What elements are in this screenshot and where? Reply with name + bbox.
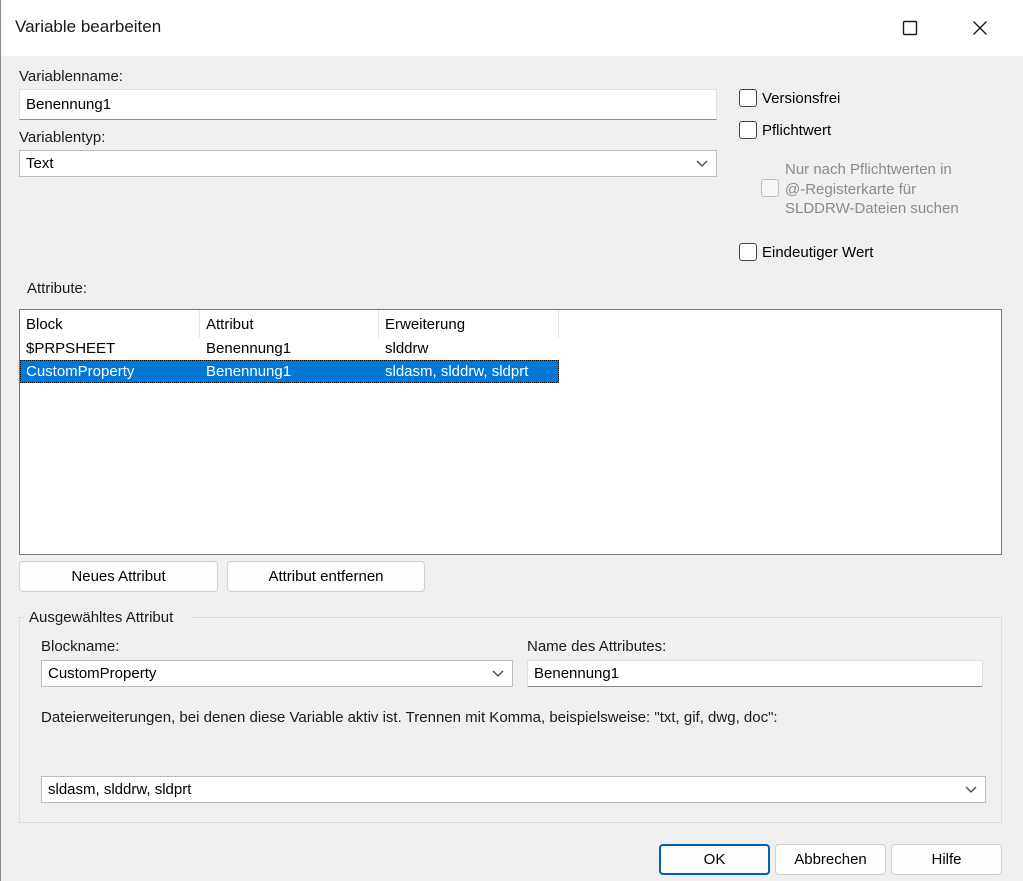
pflichtwert-checkbox[interactable]: Pflichtwert [739,121,831,139]
cancel-button[interactable]: Abbrechen [775,844,886,875]
variable-type-value: Text [26,155,54,172]
eindeutiger-wert-label: Eindeutiger Wert [762,243,874,261]
file-extensions-select[interactable]: sldasm, slddrw, sldprt [41,776,986,803]
blockname-label: Blockname: [41,638,120,655]
maximize-icon [902,20,918,36]
pflicht-suche-checkbox [761,179,779,197]
attributes-label: Attribute: [27,280,88,297]
column-header-attribut[interactable]: Attribut [200,310,379,338]
attributes-list-header: Block Attribut Erweiterung [20,310,559,338]
remove-attribute-button[interactable]: Attribut entfernen [227,561,425,592]
blockname-select[interactable]: CustomProperty [41,660,513,687]
blockname-value: CustomProperty [48,665,157,682]
pflicht-suche-box [761,179,779,197]
pflicht-suche-label: Nur nach Pflichtwerten in @-Registerkart… [785,160,959,219]
help-button[interactable]: Hilfe [891,844,1002,875]
ok-button[interactable]: OK [659,844,770,875]
table-cell: Benennung1 [206,340,292,357]
selected-attribute-group-title: Ausgewähltes Attribut [29,609,174,626]
variable-type-select[interactable]: Text [19,150,717,177]
variable-name-input[interactable]: Benennung1 [19,89,717,120]
pflichtwert-label: Pflichtwert [762,121,832,139]
attributes-list[interactable]: Block Attribut Erweiterung $PRPSHEET Ben… [19,309,1002,555]
table-cell: sldasm, slddrw, sldprt [385,363,529,380]
versionsfrei-checkbox[interactable]: Versionsfrei [739,89,840,107]
table-cell: CustomProperty [26,363,135,380]
pflicht-suche-line-3: SLDDRW-Dateien suchen [785,200,959,217]
chevron-down-icon [490,666,506,682]
pflicht-suche-line-2: @-Registerkarte für [785,180,917,198]
variable-name-label: Variablenname: [19,68,123,85]
table-row[interactable]: $PRPSHEET Benennung1 slddrw [20,337,559,360]
window-title: Variable bearbeiten [15,17,162,36]
pflicht-suche-line-1: Nur nach Pflichtwerten in [785,161,952,178]
table-cell: slddrw [385,340,429,357]
dialog-window: Variable bearbeiten Variablenname: Benen… [0,0,1023,881]
variable-name-value: Benennung1 [26,96,112,113]
pflichtwert-box[interactable] [739,121,757,139]
table-cell: $PRPSHEET [26,340,116,357]
column-header-erweiterung[interactable]: Erweiterung [379,310,559,338]
attribute-name-input[interactable]: Benennung1 [527,660,983,687]
attribute-name-value: Benennung1 [534,665,620,682]
close-button[interactable] [957,8,1003,48]
variable-type-label: Variablentyp: [19,129,106,146]
table-cell: Benennung1 [206,363,292,380]
chevron-down-icon [963,782,979,798]
title-bar: Variable bearbeiten [1,0,1023,56]
close-icon [973,21,987,35]
table-row-selected[interactable]: CustomProperty Benennung1 sldasm, slddrw… [20,360,559,383]
attribute-name-label: Name des Attributes: [527,638,667,655]
eindeutiger-wert-box[interactable] [739,243,757,261]
chevron-down-icon [694,156,710,172]
add-attribute-button[interactable]: Neues Attribut [19,561,218,592]
file-extensions-value: sldasm, slddrw, sldprt [48,781,192,798]
versionsfrei-label: Versionsfrei [762,89,841,107]
maximize-button[interactable] [887,8,933,48]
eindeutiger-wert-checkbox[interactable]: Eindeutiger Wert [739,243,873,261]
column-header-block[interactable]: Block [20,310,200,338]
versionsfrei-box[interactable] [739,89,757,107]
file-extensions-label: Dateierweiterungen, bei denen diese Vari… [41,709,778,726]
